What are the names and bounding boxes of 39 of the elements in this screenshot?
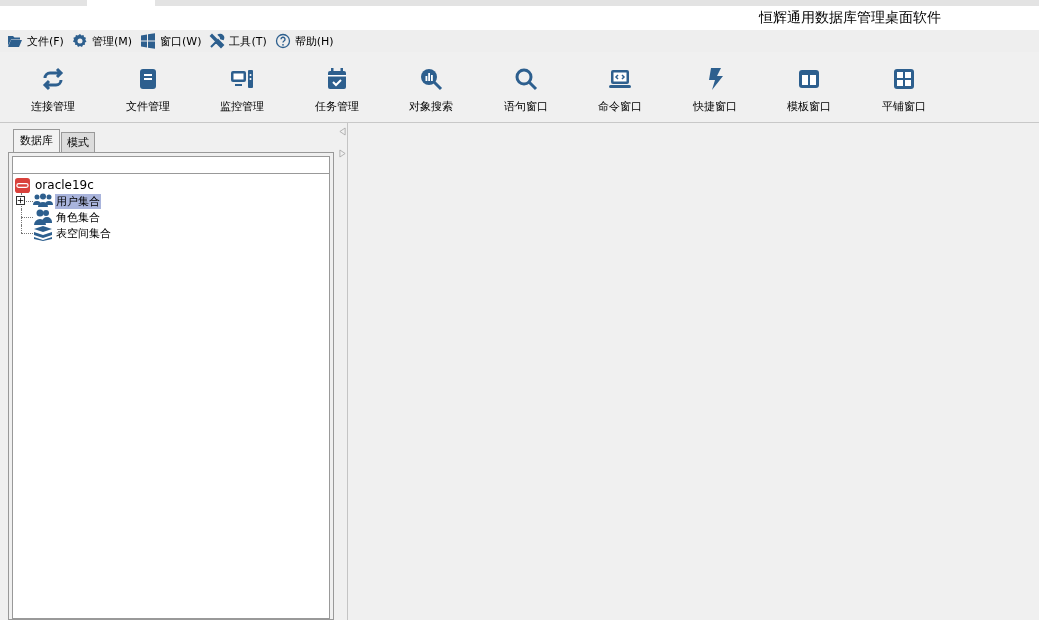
filter-field[interactable] (12, 156, 330, 174)
stack-icon (33, 225, 53, 241)
toolbar-button[interactable]: 命令窗口 (573, 66, 668, 114)
windows-icon (140, 33, 156, 49)
menu-item[interactable]: 工具(T) (209, 33, 267, 49)
menu-item[interactable]: 管理(M) (71, 33, 132, 49)
toolbar-button[interactable]: 连接管理 (6, 66, 101, 114)
menu-item[interactable]: 窗口(W) (140, 33, 202, 49)
tools-icon (209, 33, 226, 49)
collapse-left-icon[interactable] (339, 127, 346, 136)
tree-item[interactable]: 用户集合 (55, 193, 101, 209)
menu-item[interactable]: 帮助(H) (274, 33, 334, 49)
tree-item[interactable]: oracle19c (34, 178, 95, 192)
search-icon (513, 66, 538, 91)
window-title: 恒辉通用数据库管理桌面软件 (759, 9, 941, 27)
database-icon (15, 177, 30, 193)
menu-item[interactable]: 文件(F) (7, 33, 64, 49)
toolbar-button[interactable]: 模板窗口 (762, 66, 857, 114)
tree-item[interactable]: 角色集合 (55, 209, 101, 225)
expand-icon[interactable] (16, 196, 25, 205)
toolbar-button[interactable]: 快捷窗口 (667, 66, 762, 114)
users-icon (33, 209, 53, 225)
help-icon (274, 33, 291, 49)
users-icon (33, 193, 53, 209)
chart-search-icon (419, 66, 444, 91)
toolbar-button[interactable]: 对象搜索 (384, 66, 479, 114)
gear-icon (71, 33, 88, 49)
folder-icon (7, 33, 23, 49)
panel-tab[interactable]: 模式 (61, 132, 95, 152)
toolbar-button[interactable]: 平铺窗口 (856, 66, 951, 114)
panel-tab[interactable]: 数据库 (13, 129, 60, 152)
grid-icon (891, 66, 916, 91)
toolbar-button[interactable]: 文件管理 (100, 66, 195, 114)
toolbar-button[interactable]: 任务管理 (289, 66, 384, 114)
toolbar-button[interactable]: 语句窗口 (478, 66, 573, 114)
sync-arrows-icon (41, 66, 66, 91)
toolbar-button[interactable]: 监控管理 (195, 66, 290, 114)
expand-right-icon[interactable] (339, 149, 346, 158)
tree-item[interactable]: 表空间集合 (55, 225, 112, 241)
